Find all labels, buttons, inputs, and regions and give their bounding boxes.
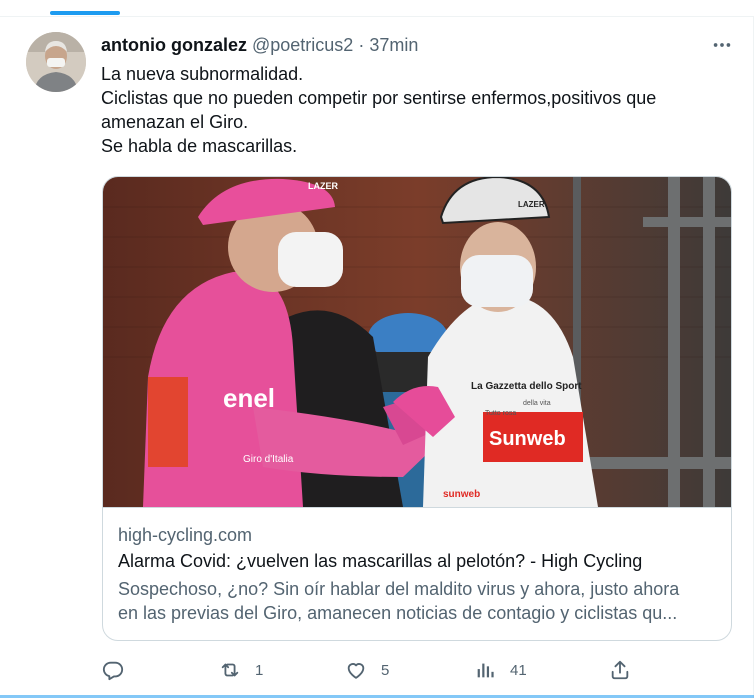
like-count: 5 [381,661,390,679]
card-domain: high-cycling.com [118,525,253,545]
card-divider [103,507,731,508]
reply-icon [102,661,124,681]
retweet-icon [221,663,239,677]
sleeve-text: sunweb [443,489,480,500]
tweet-text-line: Ciclistas que no pueden competir por sen… [101,88,657,108]
card-description: Sospechoso, ¿no? Sin oír hablar del mald… [118,577,718,625]
share-button[interactable] [609,652,631,688]
more-options-button[interactable] [705,33,739,57]
tweet-text: La nueva subnormalidad. Ciclistas que no… [101,62,721,158]
tweet-header: antonio gonzalez @poetricus2 · 37min [101,34,418,56]
tweet-actions: 1 5 41 [0,652,754,688]
reply-button[interactable] [102,652,138,688]
jersey-main-text: Sunweb [489,428,566,450]
views-icon [477,663,494,678]
card-description-line: Sospechoso, ¿no? Sin oír hablar del mald… [118,579,680,599]
avatar[interactable] [26,32,86,92]
jersey-brand-text: enel [223,383,275,413]
author-name[interactable]: antonio gonzalez [101,35,247,56]
card-description-line: en las previas del Giro, amanecen notici… [118,603,678,623]
views-count: 41 [510,661,527,679]
tweet-text-line: Se habla de mascarillas. [101,136,298,156]
retweet-button[interactable]: 1 [219,652,263,688]
tab-indicator [50,11,120,15]
card-image[interactable]: enel Giro d'Italia LAZER Sunweb La Gazze… [103,177,732,507]
tweet-text-line: La nueva subnormalidad. [101,64,304,84]
link-preview-card[interactable]: enel Giro d'Italia LAZER Sunweb La Gazze… [102,176,732,641]
helmet-text: LAZER [308,181,338,191]
card-title[interactable]: Alarma Covid: ¿vuelven las mascarillas a… [118,551,642,572]
author-handle[interactable]: @poetricus2 [252,35,353,56]
divider [0,16,754,17]
jersey-small-text: Tutto rosa [485,410,516,417]
avatar-image [26,32,86,92]
views-button[interactable]: 41 [474,652,527,688]
header-separator: · [358,34,365,55]
helmet-text: LAZER [518,200,545,209]
more-horizontal-icon [713,43,731,47]
jersey-top-text: La Gazzetta dello Sport [471,381,582,392]
tweet-text-line: amenazan el Giro. [101,112,249,132]
retweet-count: 1 [255,661,264,679]
tweet-timestamp[interactable]: 37min [369,35,418,56]
jersey-sponsor-text: Giro d'Italia [243,454,294,465]
like-button[interactable]: 5 [345,652,389,688]
jersey-vita-text: della vita [523,400,551,407]
heart-icon [347,663,365,679]
share-icon [611,660,629,680]
